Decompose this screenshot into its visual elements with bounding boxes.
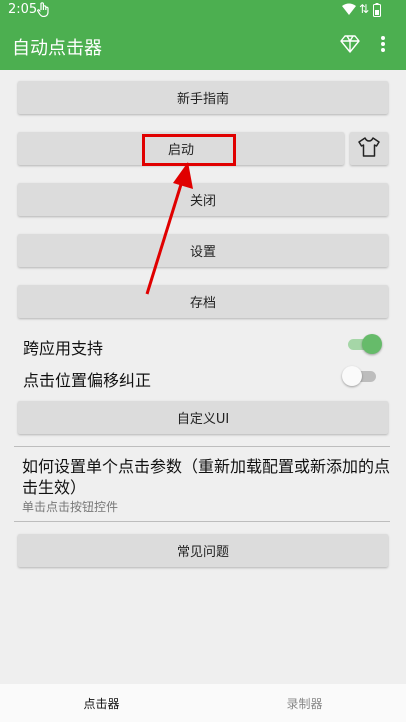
battery-icon <box>373 3 381 21</box>
close-button[interactable]: 关闭 <box>18 183 388 216</box>
offset-correction-toggle[interactable] <box>342 365 378 387</box>
touch-indicator-icon <box>36 1 50 21</box>
help-subtitle: 单击点击按钮控件 <box>22 500 119 514</box>
faq-button[interactable]: 常见问题 <box>18 534 388 567</box>
start-highlight-box <box>142 134 236 166</box>
offset-correction-label: 点击位置偏移纠正 <box>23 371 152 390</box>
app-title: 自动点击器 <box>12 38 102 59</box>
wifi-icon <box>342 3 356 19</box>
nav-clicker-tab[interactable]: 点击器 <box>0 684 203 722</box>
settings-button[interactable]: 设置 <box>18 234 388 267</box>
status-time: 2:05 <box>8 2 38 17</box>
status-bar: 2:05 ⇅ <box>0 0 406 20</box>
save-button[interactable]: 存档 <box>18 285 388 318</box>
help-title[interactable]: 如何设置单个点击参数（重新加载配置或新添加的点击生效） <box>22 456 390 498</box>
divider <box>14 446 390 447</box>
toggle-thumb <box>342 366 362 386</box>
app-bar: 自动点击器 <box>0 20 406 70</box>
custom-ui-button[interactable]: 自定义UI <box>18 401 388 434</box>
tshirt-icon <box>358 136 380 161</box>
more-options-icon[interactable] <box>380 34 386 58</box>
cross-app-toggle[interactable] <box>346 333 382 355</box>
cross-app-label: 跨应用支持 <box>23 339 104 358</box>
nav-recorder-tab[interactable]: 录制器 <box>203 684 406 722</box>
bottom-nav: 点击器 录制器 <box>0 684 406 722</box>
toggle-thumb <box>362 334 382 354</box>
mobile-data-icon: ⇅ <box>359 2 370 16</box>
skin-button[interactable] <box>350 132 388 165</box>
guide-button[interactable]: 新手指南 <box>18 81 388 114</box>
divider <box>14 521 390 522</box>
diamond-icon[interactable] <box>340 35 360 57</box>
